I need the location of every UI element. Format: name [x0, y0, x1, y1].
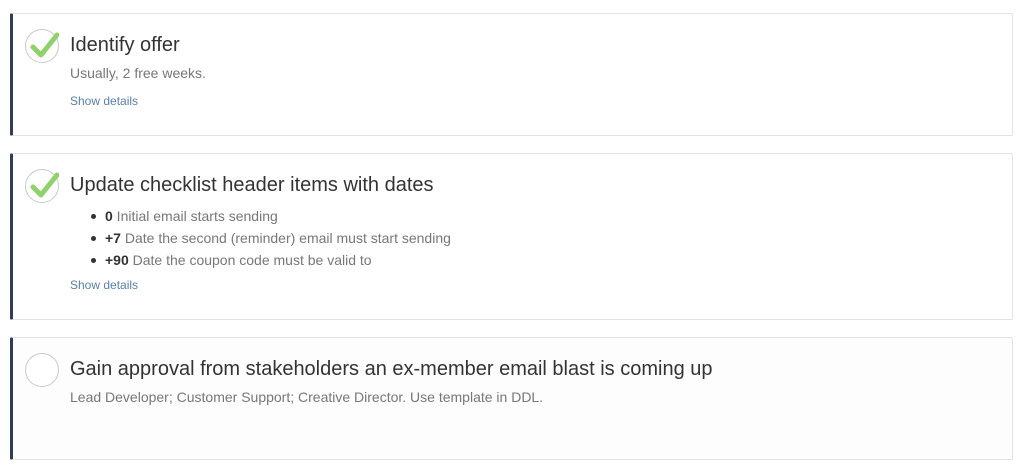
show-details-link[interactable]: Show details [70, 278, 138, 292]
task-card: Update checklist header items with dates… [10, 153, 1013, 320]
task-checkbox-checked[interactable] [25, 29, 59, 63]
task-bullet-list: 0 Initial email starts sending +7 Date t… [89, 205, 451, 271]
task-title: Identify offer [70, 34, 180, 56]
list-item: +7 Date the second (reminder) email must… [89, 227, 451, 249]
day-offset: 0 [105, 208, 113, 224]
list-item: +90 Date the coupon code must be valid t… [89, 249, 451, 271]
list-item-text: Date the second (reminder) email must st… [120, 230, 451, 246]
day-offset: +7 [105, 230, 121, 246]
task-checkbox-unchecked[interactable] [25, 353, 59, 387]
task-card: Gain approval from stakeholders an ex-me… [10, 337, 1013, 460]
checkmark-icon [30, 32, 59, 58]
task-title: Gain approval from stakeholders an ex-me… [70, 358, 713, 380]
list-item-text: Initial email starts sending [112, 208, 278, 224]
checkmark-icon [30, 172, 59, 198]
checklist: Identify offer Usually, 2 free weeks. Sh… [0, 0, 1024, 470]
task-description: Lead Developer; Customer Support; Creati… [70, 389, 544, 405]
task-checkbox-checked[interactable] [25, 169, 59, 203]
task-description: Usually, 2 free weeks. [70, 65, 206, 81]
list-item: 0 Initial email starts sending [89, 205, 451, 227]
show-details-link[interactable]: Show details [70, 94, 138, 108]
list-item-text: Date the coupon code must be valid to [128, 252, 372, 268]
day-offset: +90 [105, 252, 129, 268]
task-title: Update checklist header items with dates [70, 174, 434, 196]
task-card: Identify offer Usually, 2 free weeks. Sh… [10, 13, 1013, 136]
